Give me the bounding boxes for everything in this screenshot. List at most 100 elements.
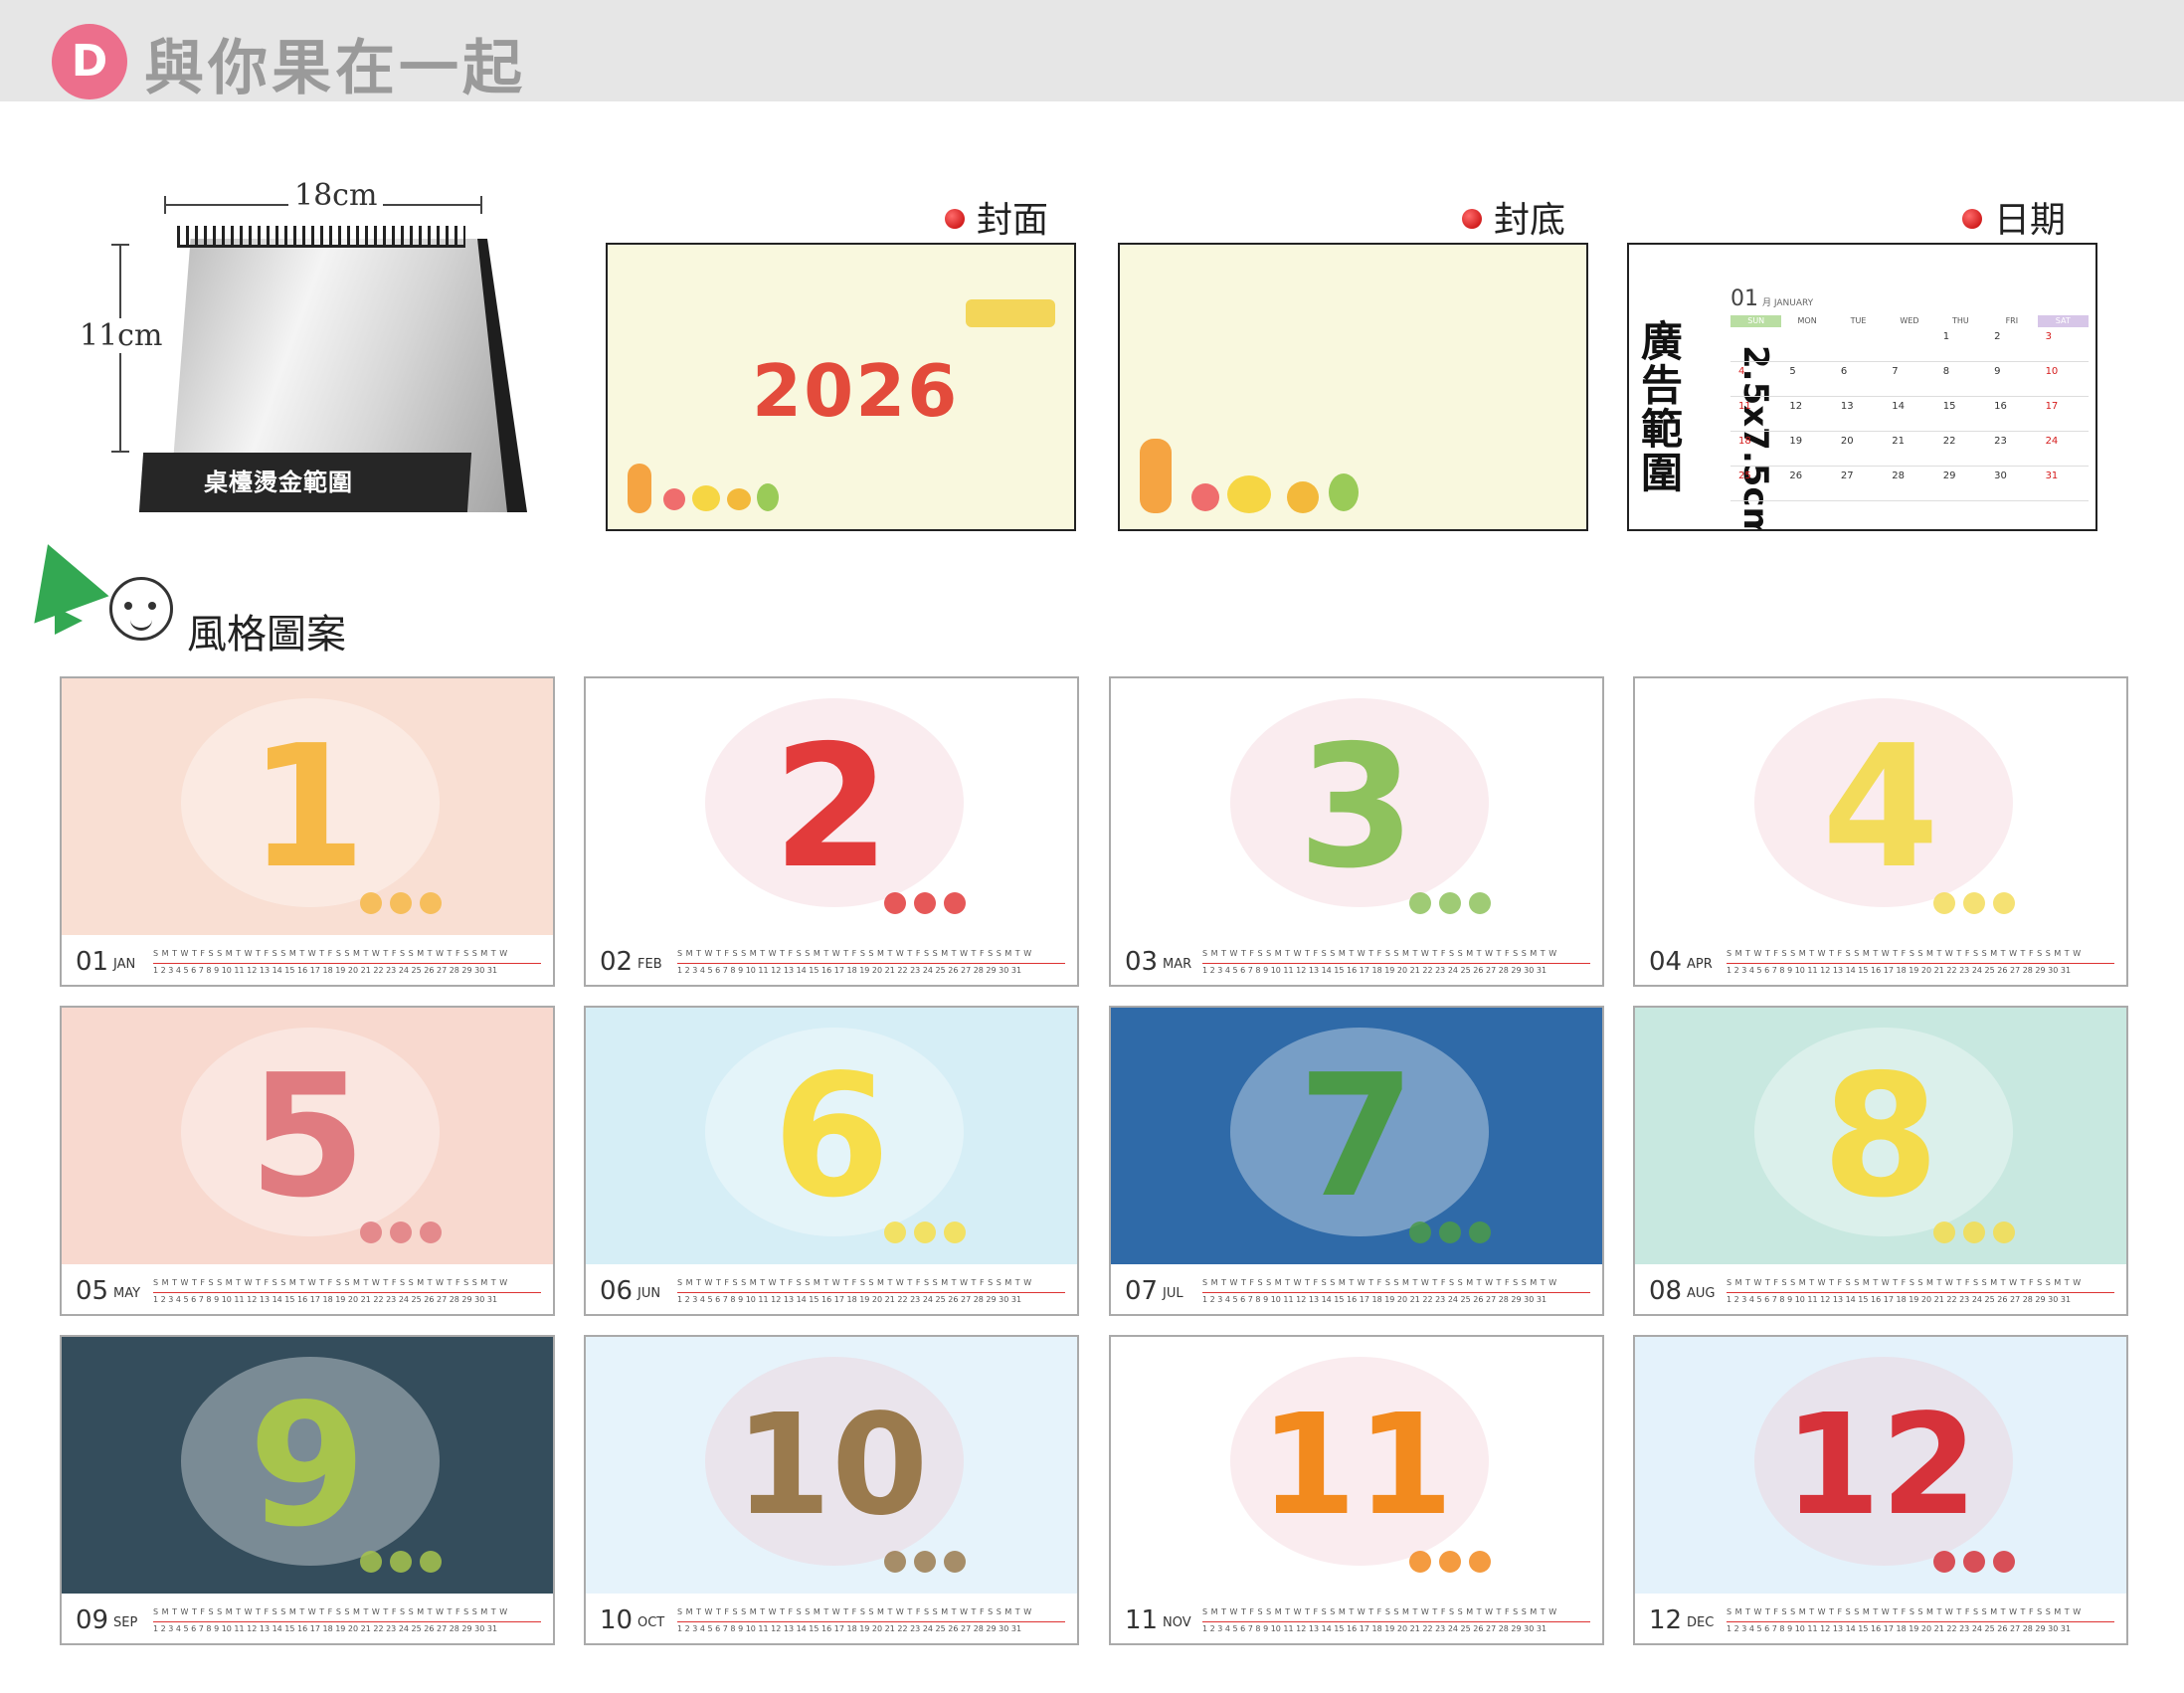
width-label: 18cm <box>288 178 384 213</box>
date-numbers-row: 1 2 3 4 5 6 7 8 9 10 11 12 13 14 15 16 1… <box>153 963 541 975</box>
month-number: 01 <box>76 947 109 977</box>
month-big-number: 7 <box>1297 1038 1416 1235</box>
month-abbreviation: FEB <box>637 957 662 972</box>
fruit-character-icon <box>1963 1222 1985 1243</box>
fruit-character-icon <box>1469 892 1491 914</box>
fruit-character-icon <box>884 892 906 914</box>
calendar-day: 16 <box>1986 397 2038 432</box>
month-abbreviation: JAN <box>113 957 136 972</box>
fruit-character-icon <box>1933 1551 1955 1573</box>
fruit-character-icon <box>390 1222 412 1243</box>
month-big-number: 1 <box>248 709 367 906</box>
month-card: 6 06 JUN S M T W T F S S M T W T F S S M T … <box>584 1006 1079 1316</box>
month-big-number: 8 <box>1821 1038 1940 1235</box>
fruit-character-icon <box>1469 1222 1491 1243</box>
weekday-label: MON <box>1797 316 1817 325</box>
calendar-day <box>1884 327 1935 362</box>
month-number: 02 <box>600 947 634 977</box>
fruit-character-icon <box>914 1551 936 1573</box>
month-card: 11 11 NOV S M T W T F S S M T W T F S S M T… <box>1109 1335 1604 1645</box>
fruit-character-icon <box>1993 892 2015 914</box>
fruit-character-icon <box>1469 1551 1491 1573</box>
page-title: 與你果在一起 <box>144 34 526 103</box>
fruit-character-icon <box>1409 1222 1431 1243</box>
fruit-character-icon <box>1963 1551 1985 1573</box>
calendar-weekday-row: SUN MON TUE WED THU FRI SAT <box>1730 315 2089 327</box>
calendar-day: 28 <box>1884 467 1935 501</box>
month-big-number: 11 <box>1259 1385 1454 1547</box>
fruit-character-icon <box>420 892 442 914</box>
style-title: 風格圖案 <box>187 612 346 658</box>
calendar-month-heading: 01 月 JANUARY <box>1730 286 1814 311</box>
month-card: 9 09 SEP S M T W T F S S M T W T F S S M T … <box>60 1335 555 1645</box>
calendar-day: 12 <box>1781 397 1833 432</box>
calendar-day: 18 <box>1730 432 1782 467</box>
date-numbers-row: 1 2 3 4 5 6 7 8 9 10 11 12 13 14 15 16 1… <box>1727 1292 2114 1304</box>
weekday-letters-row: S M T W T F S S M T W T F S S M T W T F … <box>1202 1278 1557 1287</box>
date-numbers-row: 1 2 3 4 5 6 7 8 9 10 11 12 13 14 15 16 1… <box>153 1621 541 1633</box>
month-number: 07 <box>1125 1276 1159 1306</box>
date-numbers-row: 1 2 3 4 5 6 7 8 9 10 11 12 13 14 15 16 1… <box>1727 963 2114 975</box>
month-date-strip: 12 DEC S M T W T F S S M T W T F S S M T W… <box>1635 1594 2126 1643</box>
weekday-letters-row: S M T W T F S S M T W T F S S M T W T F … <box>1727 949 2082 958</box>
calendar-day: 20 <box>1832 432 1885 467</box>
month-abbreviation: JUN <box>637 1286 661 1301</box>
date-numbers-row: 1 2 3 4 5 6 7 8 9 10 11 12 13 14 15 16 1… <box>1202 963 1590 975</box>
month-big-number: 3 <box>1297 709 1416 906</box>
orange-stack-icon <box>1140 439 1172 513</box>
month-artwork: 11 <box>1111 1337 1602 1596</box>
month-abbreviation: MAY <box>113 1286 141 1301</box>
month-artwork: 1 <box>62 678 553 937</box>
cover-label: 封面 <box>945 191 1048 243</box>
month-abbreviation: SEP <box>113 1615 138 1630</box>
red-dot-icon <box>1962 209 1982 229</box>
calendar-day: 31 <box>2037 467 2089 501</box>
month-card: 8 08 AUG S M T W T F S S M T W T F S S M T … <box>1633 1006 2128 1316</box>
fruit-character-icon <box>1409 1551 1431 1573</box>
calendar-day: 23 <box>1986 432 2038 467</box>
calendar-day: 30 <box>1986 467 2038 501</box>
month-big-number: 10 <box>734 1385 929 1547</box>
date-numbers-row: 1 2 3 4 5 6 7 8 9 10 11 12 13 14 15 16 1… <box>677 963 1065 975</box>
month-big-number: 12 <box>1783 1385 1978 1547</box>
weekday-label: FRI <box>2005 316 2019 325</box>
month-card: 7 07 JUL S M T W T F S S M T W T F S S M T … <box>1109 1006 1604 1316</box>
weekday-letters-row: S M T W T F S S M T W T F S S M T W T F … <box>677 1278 1032 1287</box>
binding-rings <box>177 226 465 248</box>
weekday-label: THU <box>1952 316 1969 325</box>
weekday-letters-row: S M T W T F S S M T W T F S S M T W T F … <box>1727 1278 2082 1287</box>
calendar-day: 22 <box>1934 432 1987 467</box>
fruit-character-icon <box>1409 892 1431 914</box>
sample-month-calendar: 01 月 JANUARY SUN MON TUE WED THU FRI SAT 123456… <box>1730 286 2089 501</box>
fruit-character-icon <box>944 892 966 914</box>
calendar-day: 11 <box>1730 397 1782 432</box>
month-abbreviation: JUL <box>1163 1286 1183 1301</box>
fruit-character-icon <box>1439 1222 1461 1243</box>
weekday-letters-row: S M T W T F S S M T W T F S S M T W T F … <box>153 1607 508 1616</box>
date-panel: 廣告範圍 2.5x7.5cm 01 月 JANUARY SUN MON TUE WED T… <box>1627 243 2097 531</box>
month-number: 10 <box>600 1605 634 1635</box>
calendar-day <box>1730 327 1782 362</box>
calendar-day: 5 <box>1781 362 1833 397</box>
back-cover-label: 封底 <box>1462 191 1565 243</box>
calendar-day: 10 <box>2037 362 2089 397</box>
weekday-letters-row: S M T W T F S S M T W T F S S M T W T F … <box>677 949 1032 958</box>
cover-panel: 2026 <box>606 243 1076 531</box>
fruit-character-icon <box>390 892 412 914</box>
lemon-icon <box>1227 475 1271 513</box>
weekday-letters-row: S M T W T F S S M T W T F S S M T W T F … <box>1727 1607 2082 1616</box>
month-big-number: 6 <box>772 1038 891 1235</box>
fruit-character-icon <box>944 1222 966 1243</box>
month-number: 08 <box>1649 1276 1683 1306</box>
fruit-character-icon <box>944 1551 966 1573</box>
month-number: 06 <box>600 1276 634 1306</box>
month-artwork: 3 <box>1111 678 1602 937</box>
calendar-day: 1 <box>1934 327 1987 362</box>
green-arrow-icon <box>55 607 83 635</box>
calendar-day: 4 <box>1730 362 1782 397</box>
month-artwork: 6 <box>586 1008 1077 1266</box>
weekday-label: SAT <box>2037 315 2089 327</box>
month-abbreviation: DEC <box>1687 1615 1715 1630</box>
month-number: 04 <box>1649 947 1683 977</box>
month-date-strip: 06 JUN S M T W T F S S M T W T F S S M T W… <box>586 1264 1077 1314</box>
